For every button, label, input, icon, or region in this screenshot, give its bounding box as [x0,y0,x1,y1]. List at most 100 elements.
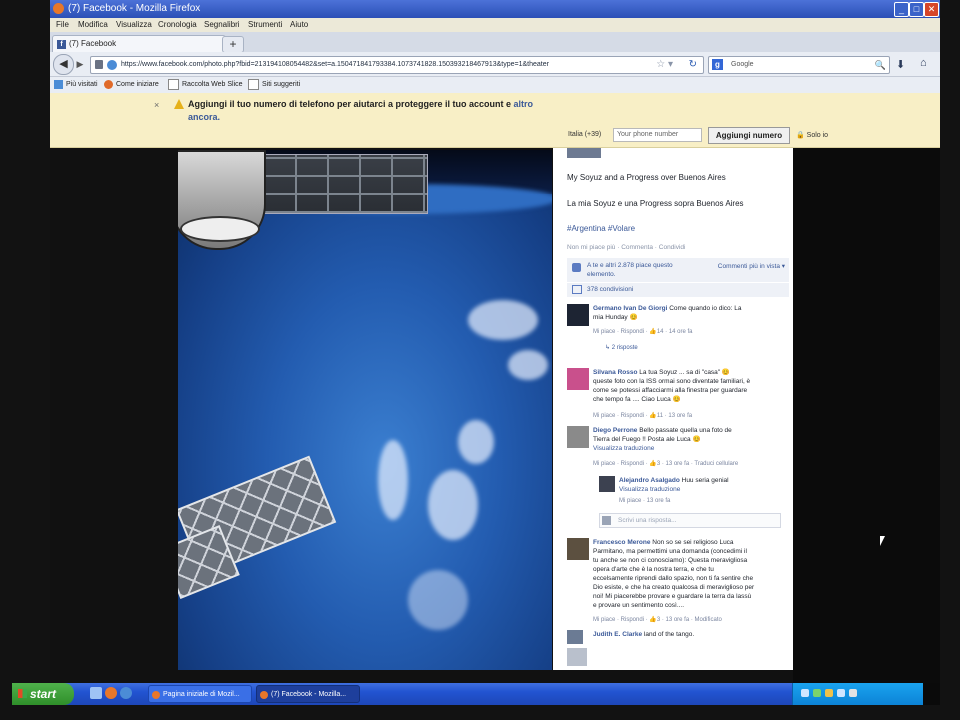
start-button[interactable]: start [12,683,74,705]
folder-icon [54,79,63,89]
comment-line: mia Hunday 😊 [593,314,638,321]
minimize-button[interactable]: _ [894,2,909,17]
download-icon[interactable]: ⬇ [896,58,905,71]
taskbar-item-mozilla-home[interactable]: Pagina iniziale di Mozil... [148,685,252,703]
avatar[interactable] [567,648,587,666]
avatar[interactable] [567,538,589,560]
network-icon[interactable] [801,689,809,697]
cloud [378,440,408,520]
menu-strumenti[interactable]: Strumenti [248,18,282,32]
commenter-name[interactable]: Diego Perrone [593,427,637,434]
theater-backdrop [793,148,940,683]
comment-line: come se potessi affacciarmi alla finestr… [593,387,748,394]
avatar[interactable] [599,476,615,492]
translation-link[interactable]: Visualizza traduzione [619,486,680,493]
firefox-icon [260,691,268,699]
privacy-selector[interactable]: 🔒 Solo io [796,131,828,139]
firefox-launch-icon[interactable] [105,687,117,699]
menu-visualizza[interactable]: Visualizza [116,18,152,32]
search-placeholder: Google [731,61,754,68]
commenter-name[interactable]: Germano Ivan De Giorgi [593,305,667,312]
translation-link[interactable]: Visualizza traduzione [593,445,654,452]
comment-meta[interactable]: Mi piace · Rispondi · 👍3 · 13 ore fa · T… [593,460,738,467]
show-desktop-icon[interactable] [90,687,102,699]
comment-line: tu anche se non ci conosciamo): Questa m… [593,557,748,564]
google-engine-icon[interactable]: g [712,59,723,70]
bookmark-come-iniziare[interactable]: Come iniziare [104,77,159,93]
comment: Germano Ivan De Giorgi Come quando io di… [567,304,789,354]
firefox-icon [104,79,113,89]
commenter-name[interactable]: Alejandro Asalgado [619,477,680,484]
avatar[interactable] [567,368,589,390]
comment-text: Germano Ivan De Giorgi Come quando io di… [593,304,742,322]
search-bar[interactable]: g Google 🔍 [708,56,890,74]
site-identity-icon[interactable] [107,60,117,70]
ie-launch-icon[interactable] [120,687,132,699]
docking-ring [180,216,260,242]
comment-text: Judith E. Clarke land of the tango. [593,630,694,639]
tray-app-icon[interactable] [849,689,857,697]
menu-modifica[interactable]: Modifica [78,18,108,32]
reply-input[interactable]: Scrivi una risposta... [599,513,781,528]
bookmark-piu-visitati[interactable]: Più visitati [54,77,98,93]
home-icon[interactable]: ⌂ [920,57,927,69]
security-icon[interactable] [813,689,821,697]
bookmark-label: Raccolta Web Slice [182,81,243,88]
soyuz-module [178,150,266,250]
search-icon[interactable]: 🔍 [875,57,886,73]
hashtags[interactable]: #Argentina #Volare [567,224,635,233]
tray-app-icon[interactable] [825,689,833,697]
menu-file[interactable]: File [56,18,69,32]
commenter-name[interactable]: Silvana Rosso [593,369,637,376]
commenter-name[interactable]: Francesco Merone [593,539,650,546]
comment-meta[interactable]: Mi piace · 13 ore fa [619,498,670,504]
replies-link[interactable]: ↳ 2 risposte [605,344,638,351]
forward-button[interactable]: ▶ [74,58,86,70]
comment-meta[interactable]: Mi piace · Rispondi · 👍11 · 13 ore fa [593,412,692,419]
back-button[interactable]: ◀ [53,54,74,75]
tab-label: (7) Facebook [69,39,117,48]
phone-input[interactable]: Your phone number [613,128,702,142]
menu-aiuto[interactable]: Aiuto [290,18,308,32]
phone-notice: × Aggiungi il tuo numero di telefono per… [50,93,940,148]
close-button[interactable]: ✕ [924,2,939,17]
bookmark-star-icon[interactable]: ☆ ▾ [656,57,673,73]
bookmarks-bar: Più visitati Come iniziare Raccolta Web … [50,77,940,93]
volume-icon[interactable] [837,689,845,697]
reload-icon[interactable]: ↻ [689,57,697,73]
notice-link-end[interactable]: ancora. [188,112,220,122]
comment-meta[interactable]: Mi piace · Rispondi · 👍3 · 13 ore fa · M… [593,616,722,623]
commenter-name[interactable]: Judith E. Clarke [593,631,642,638]
menu-segnalibri[interactable]: Segnalibri [204,18,240,32]
bookmark-raccolta-web-slice[interactable]: Raccolta Web Slice [168,77,243,93]
avatar[interactable] [567,630,583,644]
comment-line: Non so se sei religioso Luca [652,539,734,546]
maximize-button[interactable]: □ [909,2,924,17]
bookmark-siti-suggeriti[interactable]: Siti suggeriti [248,77,300,93]
comment: Diego Perrone Bello passate quella una f… [567,426,789,470]
menu-cronologia[interactable]: Cronologia [158,18,197,32]
taskbar-item-facebook[interactable]: (7) Facebook - Mozilla... [256,685,360,703]
post-actions[interactable]: Non mi piace più · Commenta · Condividi [567,244,686,251]
avatar[interactable] [567,426,589,448]
comment-meta[interactable]: Mi piace · Rispondi · 👍14 · 14 ore fa [593,328,693,335]
likes-text[interactable]: A te e altri 2.878 piace questo elemento… [587,261,697,279]
windows-flag-icon [18,689,27,698]
shares-row[interactable]: 378 condivisioni [567,283,789,297]
new-tab-button[interactable]: + [222,36,244,53]
notice-close-button[interactable]: × [154,100,159,110]
tab-bar: f (7) Facebook + [50,32,940,53]
add-number-button[interactable]: Aggiungi numero [708,127,790,144]
avatar[interactable] [567,304,589,326]
country-code[interactable]: Italia (+39) [568,131,601,138]
comment: Judith E. Clarke land of the tango. [567,630,789,646]
earth-photo[interactable] [178,150,552,670]
author-avatar[interactable] [567,148,601,158]
cloud [508,350,548,380]
url-bar[interactable]: https://www.facebook.com/photo.php?fbid=… [90,56,704,74]
comment-line: La tua Soyuz ... sa di "casa" 😊 [639,369,731,376]
notice-link[interactable]: altro [514,99,534,109]
browser-window: (7) Facebook - Mozilla Firefox _ □ ✕ Fil… [50,0,940,705]
comments-view-select[interactable]: Commenti più in vista ▾ [718,262,785,270]
tab-facebook[interactable]: f (7) Facebook [52,35,226,53]
